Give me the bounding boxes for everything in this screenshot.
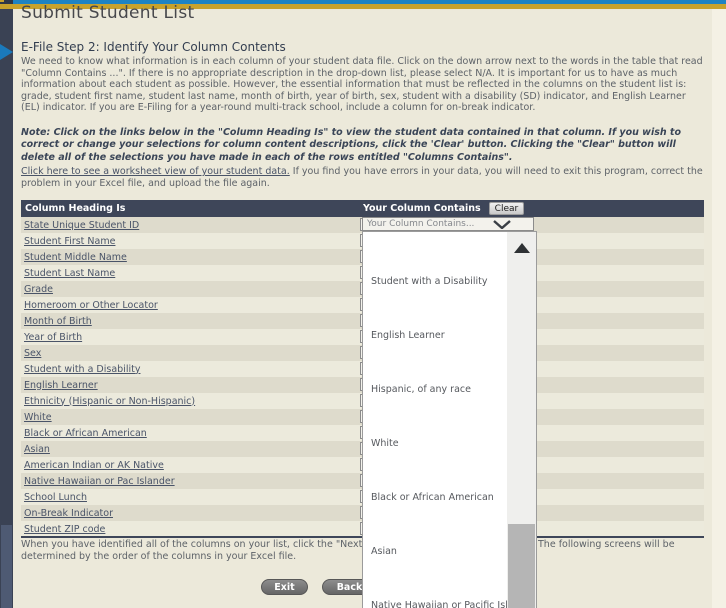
note-text: Note: Click on the links below in the "C… — [21, 127, 681, 163]
column-heading-cell: Sex — [21, 345, 360, 361]
column-heading-cell: English Learner — [21, 377, 360, 393]
column-heading-link[interactable]: Grade — [24, 284, 53, 295]
column-heading-cell: State Unique Student ID — [21, 217, 360, 233]
right-gutter — [712, 9, 726, 608]
column-heading-link[interactable]: Year of Birth — [24, 332, 82, 343]
column-heading-cell: School Lunch — [21, 489, 360, 505]
column-heading-cell: Student First Name — [21, 233, 360, 249]
column-heading-link[interactable]: Sex — [24, 348, 41, 359]
column-heading-link[interactable]: Student ZIP code — [24, 524, 105, 535]
dropdown-option[interactable]: Black or African American — [363, 470, 506, 524]
column-heading-cell: Student with a Disability — [21, 361, 360, 377]
dropdown-options: Student with a Disability English Learne… — [363, 254, 535, 608]
page: Submit Student List E-File Step 2: Ident… — [0, 0, 726, 608]
dropdown-option[interactable]: Hispanic, of any race — [363, 362, 506, 416]
column-heading-link[interactable]: American Indian or AK Native — [24, 460, 164, 471]
column-heading-cell: Month of Birth — [21, 313, 360, 329]
dropdown-option[interactable]: Student with a Disability — [363, 254, 506, 308]
select-placeholder: Your Column Contains... — [367, 219, 475, 229]
intro-text: We need to know what information is in e… — [21, 56, 703, 114]
sidebar-scrollbar-thumb[interactable] — [1, 525, 12, 608]
column-heading-link[interactable]: Ethnicity (Hispanic or Non-Hispanic) — [24, 396, 195, 407]
column-heading-cell: Black or African American — [21, 425, 360, 441]
column-heading-cell: Native Hawaiian or Pac Islander — [21, 473, 360, 489]
dropdown-scrollbar-thumb[interactable] — [508, 524, 535, 608]
column-heading-link[interactable]: Student Last Name — [24, 268, 115, 279]
worksheet-link[interactable]: Click here to see a worksheet view of yo… — [21, 166, 290, 177]
column-heading-link[interactable]: Student First Name — [24, 236, 115, 247]
step-heading: E-File Step 2: Identify Your Column Cont… — [21, 40, 286, 54]
chevron-down-icon — [493, 219, 511, 229]
your-column-contains-header: Your Column Contains Clear — [360, 200, 704, 217]
left-sidebar — [0, 9, 13, 608]
column-heading-is-header: Column Heading Is — [25, 203, 126, 214]
column-heading-cell: On-Break Indicator — [21, 505, 360, 521]
page-title: Submit Student List — [21, 3, 195, 23]
column-heading-link[interactable]: Student Middle Name — [24, 252, 127, 263]
column-heading-cell: Student Last Name — [21, 265, 360, 281]
column-heading-cell: Student ZIP code — [21, 521, 360, 537]
col2-header-label: Your Column Contains — [363, 203, 481, 214]
column-heading-link[interactable]: Native Hawaiian or Pac Islander — [24, 476, 175, 487]
column-heading-link[interactable]: Month of Birth — [24, 316, 92, 327]
column-heading-cell: Homeroom or Other Locator — [21, 297, 360, 313]
column-heading-link[interactable]: School Lunch — [24, 492, 87, 503]
dropdown-option[interactable]: English Learner — [363, 308, 506, 362]
current-step-arrow-icon — [0, 44, 13, 60]
worksheet-line: Click here to see a worksheet view of yo… — [21, 166, 707, 190]
dropdown-scrollbar[interactable] — [507, 232, 536, 608]
column-heading-cell: Year of Birth — [21, 329, 360, 345]
column-heading-link[interactable]: Homeroom or Other Locator — [24, 300, 158, 311]
column-heading-cell: Grade — [21, 281, 360, 297]
column-heading-link[interactable]: State Unique Student ID — [24, 220, 139, 231]
column-contains-dropdown-list: Student with a Disability English Learne… — [362, 231, 537, 608]
column-heading-link[interactable]: English Learner — [24, 380, 98, 391]
column-heading-link[interactable]: Black or African American — [24, 428, 147, 439]
column-heading-cell: Asian — [21, 441, 360, 457]
column-heading-link[interactable]: On-Break Indicator — [24, 508, 113, 519]
column-heading-link[interactable]: Student with a Disability — [24, 364, 140, 375]
dropdown-option[interactable]: White — [363, 416, 506, 470]
column-heading-link[interactable]: White — [24, 412, 52, 423]
column-heading-cell: Student Middle Name — [21, 249, 360, 265]
table-header-row: Column Heading Is Your Column Contains C… — [21, 200, 704, 217]
column-contains-select[interactable]: Your Column Contains... — [362, 217, 534, 231]
clear-button[interactable]: Clear — [488, 202, 525, 215]
top-left-gold-accent — [0, 0, 4, 2]
column-heading-cell: Ethnicity (Hispanic or Non-Hispanic) — [21, 393, 360, 409]
column-heading-cell: American Indian or AK Native — [21, 457, 360, 473]
exit-button[interactable]: Exit — [261, 579, 308, 595]
column-heading-cell: White — [21, 409, 360, 425]
dropdown-option[interactable]: Native Hawaiian or Pacific Islander — [363, 578, 535, 608]
scroll-up-arrow-icon[interactable] — [514, 243, 530, 253]
dropdown-option[interactable]: Asian — [363, 524, 506, 578]
column-heading-link[interactable]: Asian — [24, 444, 50, 455]
